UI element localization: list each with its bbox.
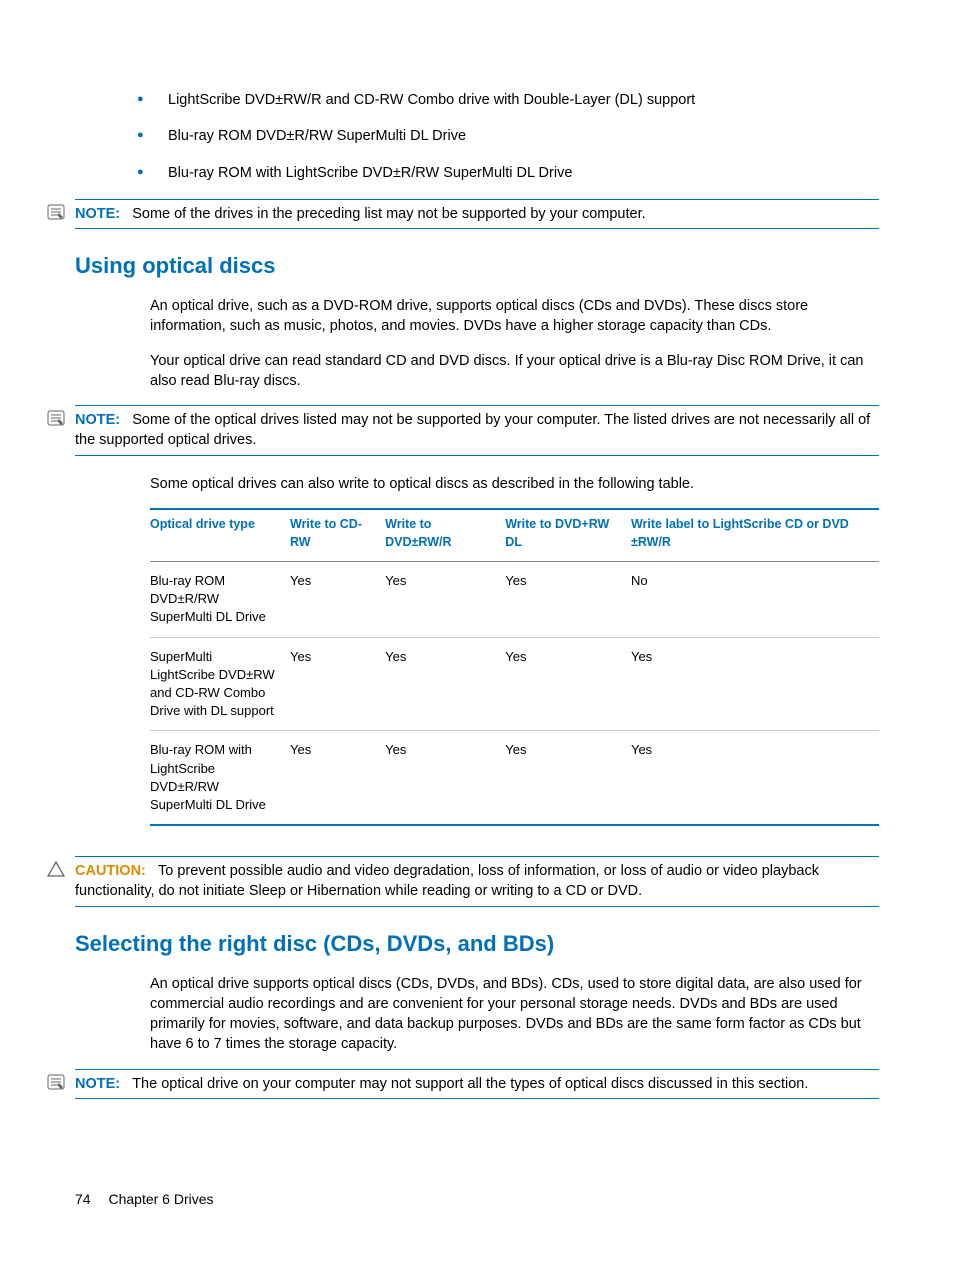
table-cell: Yes [385,562,505,638]
table-cell: Yes [631,731,879,825]
table-cell: Yes [290,731,385,825]
section-heading-using-optical-discs: Using optical discs [75,251,879,282]
table-header: Write to DVD±RW/R [385,509,505,562]
table-header: Write to DVD+RW DL [505,509,631,562]
page-footer: 74 Chapter 6 Drives [75,1190,214,1210]
note-label: NOTE: [75,1076,120,1092]
table-row: Blu-ray ROM DVD±R/RW SuperMulti DL Drive… [150,562,879,638]
body-text: An optical drive supports optical discs … [150,974,879,1055]
note-label: NOTE: [75,412,120,428]
note-icon [47,204,65,220]
table-cell: Yes [505,562,631,638]
note-text: Some of the optical drives listed may no… [75,412,870,448]
note-text: Some of the drives in the preceding list… [132,206,645,222]
table-cell: Yes [385,731,505,825]
table-cell: No [631,562,879,638]
table-cell: SuperMulti LightScribe DVD±RW and CD-RW … [150,637,290,731]
note-block: NOTE: Some of the optical drives listed … [75,405,879,456]
table-cell: Yes [290,562,385,638]
caution-block: CAUTION: To prevent possible audio and v… [75,856,879,907]
section-heading-selecting-right-disc: Selecting the right disc (CDs, DVDs, and… [75,929,879,960]
table-cell: Yes [385,637,505,731]
table-cell: Blu-ray ROM with LightScribe DVD±R/RW Su… [150,731,290,825]
table-cell: Yes [505,731,631,825]
list-item: Blu-ray ROM DVD±R/RW SuperMulti DL Drive [123,126,879,146]
page-content: LightScribe DVD±RW/R and CD-RW Combo dri… [0,0,954,1177]
chapter-label: Chapter 6 Drives [108,1191,213,1207]
table-cell: Yes [631,637,879,731]
note-block: NOTE: Some of the drives in the precedin… [75,199,879,229]
caution-label: CAUTION: [75,863,146,879]
note-block: NOTE: The optical drive on your computer… [75,1069,879,1099]
caution-text: To prevent possible audio and video degr… [75,863,819,899]
bullet-list: LightScribe DVD±RW/R and CD-RW Combo dri… [123,90,879,183]
table-cell: Blu-ray ROM DVD±R/RW SuperMulti DL Drive [150,562,290,638]
page-number: 74 [75,1191,91,1207]
body-text: An optical drive, such as a DVD-ROM driv… [150,296,879,337]
table-header-row: Optical drive type Write to CD-RW Write … [150,509,879,562]
list-item: LightScribe DVD±RW/R and CD-RW Combo dri… [123,90,879,110]
table-row: SuperMulti LightScribe DVD±RW and CD-RW … [150,637,879,731]
table-row: Blu-ray ROM with LightScribe DVD±R/RW Su… [150,731,879,825]
note-label: NOTE: [75,206,120,222]
table-header: Optical drive type [150,509,290,562]
optical-drive-table: Optical drive type Write to CD-RW Write … [150,508,879,826]
body-text: Some optical drives can also write to op… [150,474,879,494]
table-header: Write to CD-RW [290,509,385,562]
table-cell: Yes [290,637,385,731]
body-text: Your optical drive can read standard CD … [150,351,879,392]
table-cell: Yes [505,637,631,731]
note-text: The optical drive on your computer may n… [132,1076,808,1092]
note-icon [47,410,65,426]
note-icon [47,1074,65,1090]
caution-icon [47,861,65,877]
table-header: Write label to LightScribe CD or DVD ±RW… [631,509,879,562]
list-item: Blu-ray ROM with LightScribe DVD±R/RW Su… [123,163,879,183]
